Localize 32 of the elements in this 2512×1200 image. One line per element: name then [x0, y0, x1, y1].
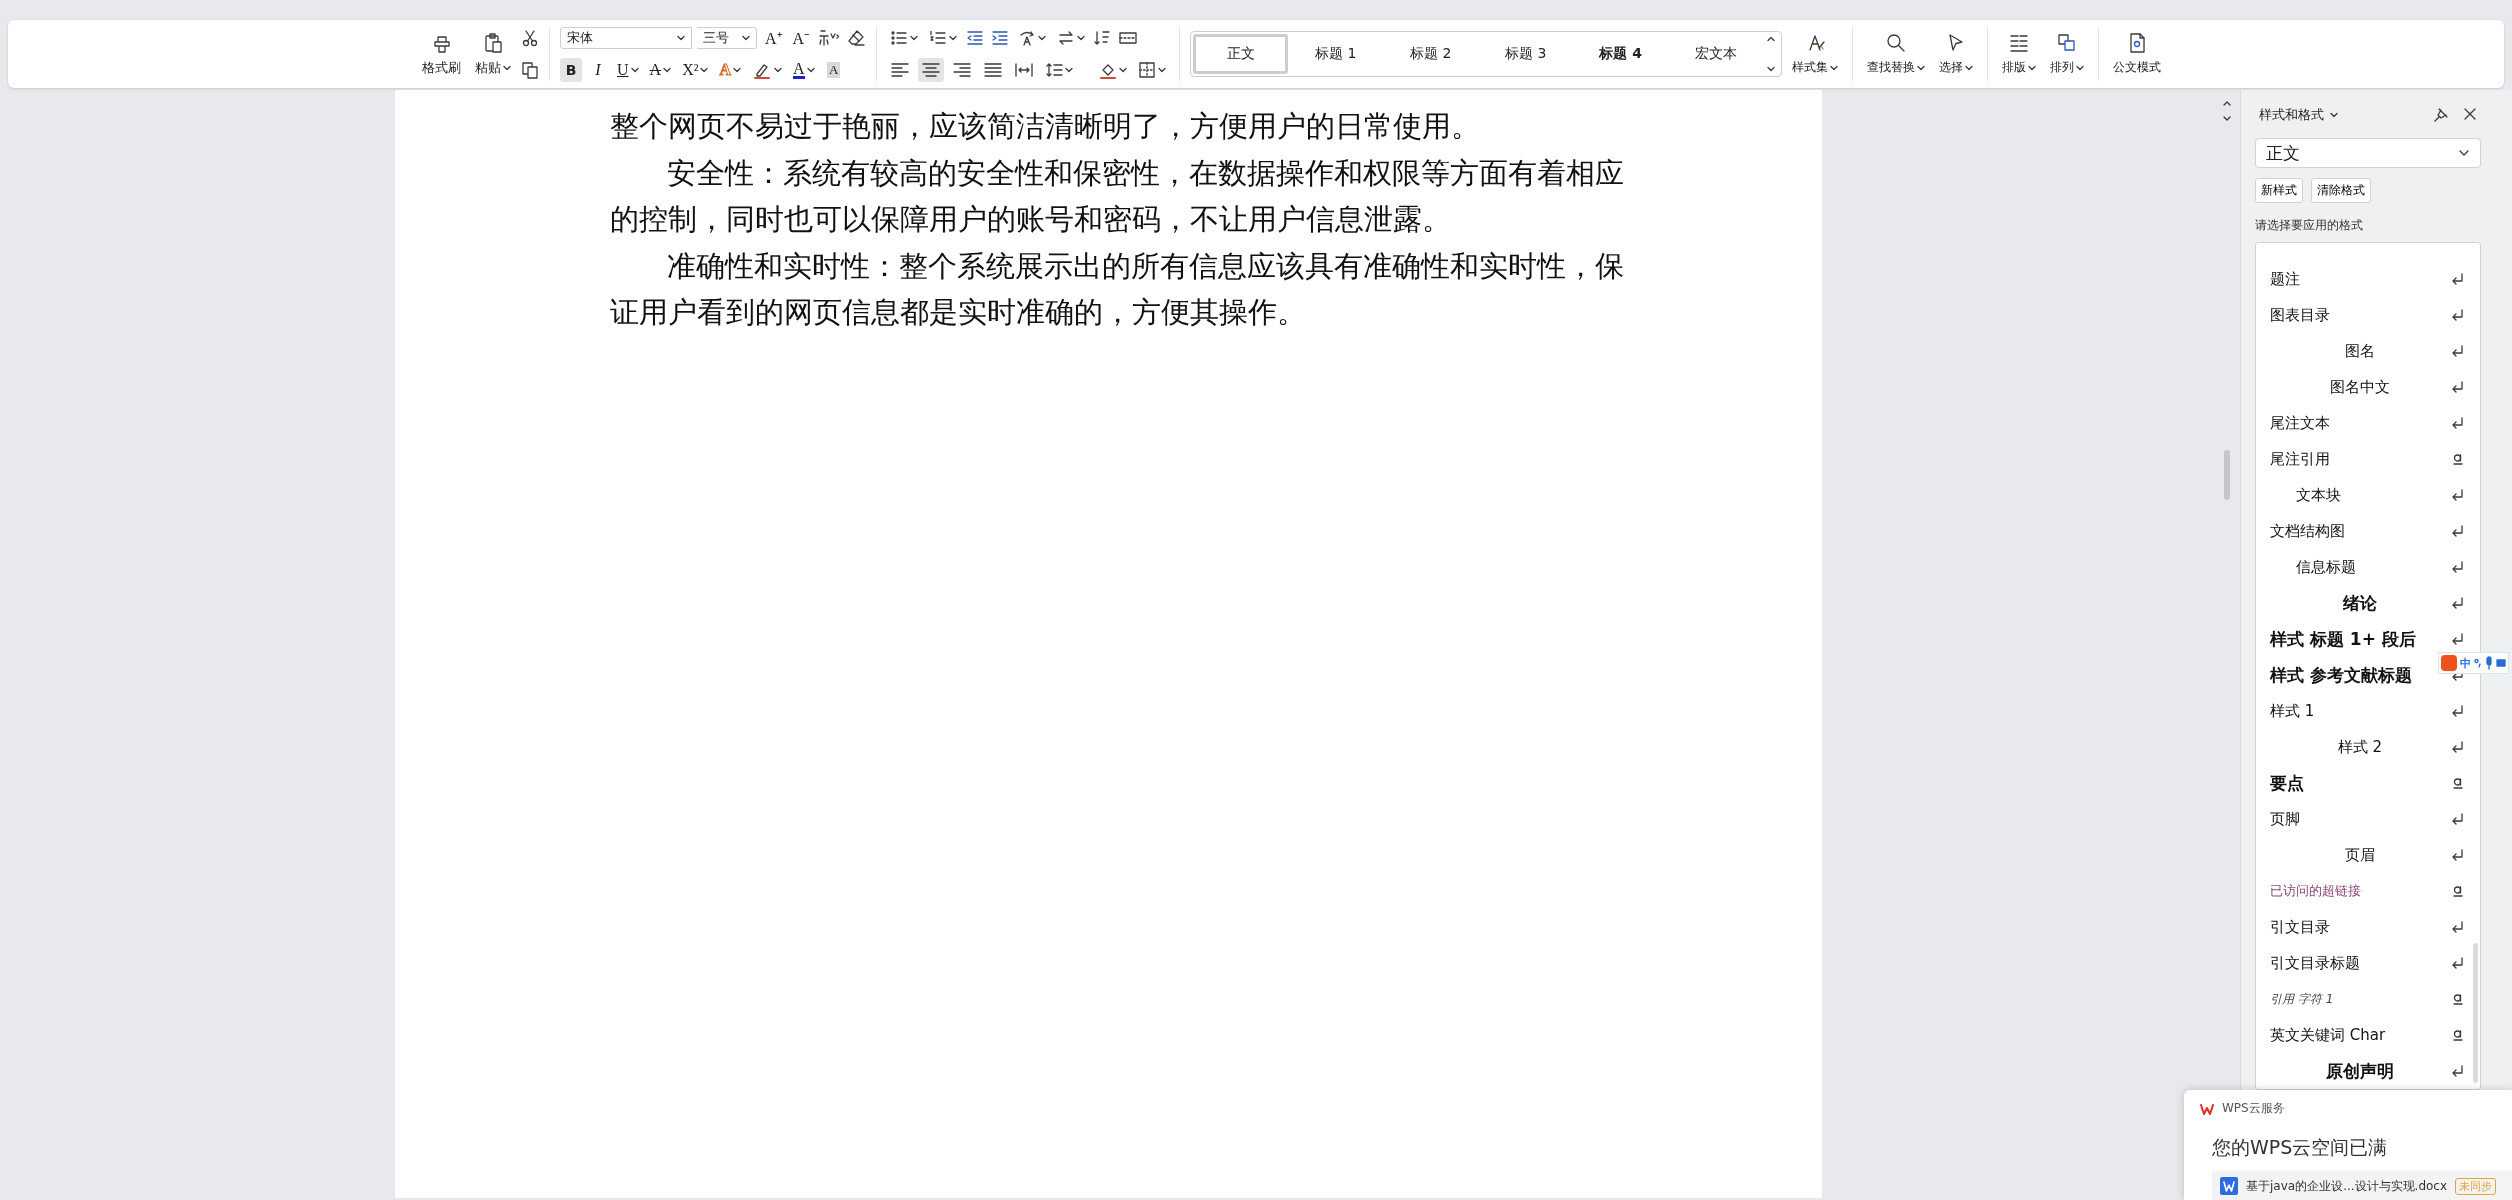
style-name: 样式 参考文献标题 [2270, 663, 2412, 687]
body-paragraph: 安全性：系统有较高的安全性和保密性，在数据操作和权限等方面有着相应的控制，同时也可以保障用户的账号和密码，不让用户信息泄露。 [610, 156, 1626, 237]
body-paragraph: 整个网页不易过于艳丽，应该简洁清晰明了，方便用户的日常使用。 [610, 110, 1481, 144]
style-name: 题注 [2270, 269, 2300, 289]
style-name: 样式 2 [2337, 737, 2383, 757]
style-name: 绪论 [2343, 591, 2377, 615]
style-name: 尾注文本 [2270, 413, 2330, 433]
list-prompt: 请选择要应用的格式 [2255, 217, 2364, 234]
toast-source: WPS云服务 [2222, 1100, 2285, 1117]
style-name: 信息标题 [2296, 557, 2356, 577]
style-name: 引文目录 [2270, 917, 2330, 937]
style-name: 尾注引用 [2270, 449, 2330, 469]
style-name: 图表目录 [2270, 305, 2330, 325]
style-name: 页眉 [2345, 845, 2375, 865]
style-name: 原创声明 [2326, 1059, 2394, 1083]
body-paragraph: 准确性和实时性：整个系统展示出的所有信息应该具有准确性和实时性，保证用户看到的网页信息都是实时准确的，方便其操作。 [610, 249, 1626, 330]
style-name: 页脚 [2270, 809, 2300, 829]
style-name: 引文目录标题 [2270, 953, 2360, 973]
style-name: 样式 标题 1+ 段后 [2270, 627, 2416, 651]
style-name: 英文关键词 Char [2270, 1025, 2386, 1045]
style-name: 图名 [2345, 341, 2375, 361]
style-name: 引用 字符 1 [2270, 990, 2334, 1008]
style-name: 要点 [2270, 771, 2304, 795]
style-name: 样式 1 [2270, 701, 2315, 721]
style-name: 文本块 [2296, 485, 2341, 505]
file-name: 基于java的企业设...设计与实现.docx [2246, 1177, 2448, 1195]
style-name: 文档结构图 [2270, 521, 2345, 541]
style-name: 已访问的超链接 [2270, 882, 2361, 900]
panel-title: 样式和格式 [2259, 106, 2324, 124]
toast-title: 您的WPS云空间已满 [2211, 1135, 2389, 1160]
sync-status-badge: 未同步 [2455, 1177, 2497, 1195]
style-name: 图名中文 [2330, 377, 2390, 397]
